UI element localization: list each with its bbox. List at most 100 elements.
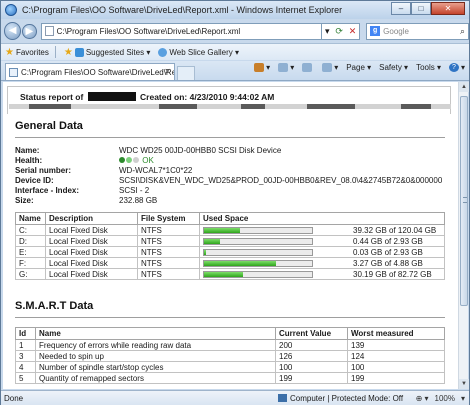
- usage-bar-fill: [204, 260, 277, 266]
- close-button[interactable]: ✕: [431, 2, 465, 15]
- table-row: D: Local Fixed Disk NTFS 0.44 GB of 2.93 GB: [15, 235, 445, 247]
- smart-current: 199: [275, 372, 348, 384]
- feeds-button[interactable]: ▾: [278, 63, 294, 72]
- home-icon: [254, 63, 265, 72]
- field-value: WD-WCAL7*1C0*22: [119, 166, 193, 175]
- zoom-level[interactable]: 100%: [435, 394, 455, 403]
- back-button[interactable]: ◀: [4, 22, 22, 40]
- refresh-icon[interactable]: ⟳: [335, 26, 343, 37]
- smart-current: 200: [275, 339, 348, 351]
- dropdown-arrow-icon[interactable]: ▾: [325, 26, 330, 37]
- field-value: 232.88 GB: [119, 196, 158, 205]
- mail-button[interactable]: [302, 63, 314, 72]
- fav-web-slice-gallery[interactable]: Web Slice Gallery ▾: [158, 47, 239, 57]
- search-box[interactable]: g Google ⌕: [366, 22, 470, 40]
- zoom-settings-icon[interactable]: ⊕ ▾: [416, 394, 429, 403]
- created-on-text: Created on: 4/23/2010 9:44:02 AM: [140, 92, 275, 102]
- browser-window: C:\Program Files\OO Software\DriveLed\Re…: [0, 0, 470, 405]
- fav-suggested-sites[interactable]: Suggested Sites ▾: [74, 47, 151, 57]
- safety-menu[interactable]: Safety ▾: [379, 63, 408, 72]
- fav-suggested-sites-label: Suggested Sites ▾: [85, 47, 151, 57]
- home-button[interactable]: ▾: [254, 63, 270, 72]
- vertical-scrollbar[interactable]: ▲ ▼: [458, 82, 469, 389]
- smart-current: 126: [275, 350, 348, 362]
- smart-worst: 139: [347, 339, 445, 351]
- smart-id: 3: [15, 350, 36, 362]
- search-icon[interactable]: ⌕: [460, 26, 465, 37]
- usage-text: 3.27 GB of 4.88 GB: [353, 258, 423, 268]
- feeds-icon: [278, 63, 289, 72]
- table-row: 1 Frequency of errors while reading raw d…: [15, 339, 445, 351]
- stop-icon[interactable]: ✕: [349, 26, 357, 37]
- page-menu[interactable]: Page ▾: [346, 63, 371, 72]
- table-row: E: Local Fixed Disk NTFS 0.03 GB of 2.93 GB: [15, 246, 445, 258]
- drive-name: F:: [15, 257, 46, 269]
- favorites-star-icon[interactable]: ★: [5, 47, 14, 58]
- help-button[interactable]: ? ▾: [448, 63, 465, 72]
- forward-button[interactable]: ▶: [22, 23, 37, 39]
- smart-id: 1: [15, 339, 36, 351]
- drive-description: Local Fixed Disk: [45, 268, 138, 280]
- drive-name: G:: [15, 268, 46, 280]
- help-icon: ?: [448, 63, 459, 72]
- table-row: 5 Quantity of remapped sectors 199 199: [15, 372, 445, 384]
- smart-id: 5: [15, 372, 36, 384]
- title-bar[interactable]: C:\Program Files\OO Software\DriveLed\Re…: [1, 1, 469, 19]
- health-text: OK: [142, 156, 154, 165]
- drive-filesystem: NTFS: [137, 257, 200, 269]
- tab-close-icon[interactable]: ✕: [164, 67, 171, 76]
- address-tools: ▾ ⟳ ✕: [322, 22, 361, 40]
- favorites-label[interactable]: Favorites: [16, 48, 49, 57]
- usage-bar-fill: [204, 249, 207, 255]
- feeds-dropdown: ▾: [290, 63, 295, 72]
- table-row: G: Local Fixed Disk NTFS 30.19 GB of 82.72 …: [15, 268, 445, 280]
- smart-worst: 124: [347, 350, 445, 362]
- status-text: Done: [4, 393, 24, 403]
- drive-description: Local Fixed Disk: [45, 235, 138, 247]
- status-prefix: Status report of: [20, 92, 84, 102]
- field-label: Name:: [15, 146, 40, 155]
- tab-label: C:\Program Files\OO Software\DriveLed\Re…: [21, 67, 174, 77]
- computer-icon: [278, 394, 287, 402]
- drive-description: Local Fixed Disk: [45, 246, 138, 258]
- new-tab-button[interactable]: [177, 66, 195, 80]
- help-dropdown: ▾: [460, 63, 465, 72]
- usage-bar-fill: [204, 271, 243, 277]
- divider: [15, 317, 445, 318]
- zoom-dropdown-icon[interactable]: ▾: [461, 394, 465, 403]
- smart-table: Id Name Current Value Worst measured 1 Fr…: [15, 327, 445, 384]
- print-button[interactable]: ▾: [322, 63, 338, 72]
- drives-table: Name Description File System Used Space …: [15, 212, 445, 280]
- table-row: F: Local Fixed Disk NTFS 3.27 GB of 4.88 GB: [15, 257, 445, 269]
- col-used-space: Used Space: [199, 212, 445, 225]
- add-favorite-icon[interactable]: ★: [64, 47, 73, 58]
- address-url: C:\Program Files\OO Software\DriveLed\Re…: [56, 26, 241, 36]
- minimize-button[interactable]: –: [391, 2, 411, 15]
- col-filesystem: File System: [137, 212, 200, 225]
- report-header: Status report of Created on: 4/23/2010 9…: [7, 86, 451, 114]
- tools-menu[interactable]: Tools ▾: [416, 63, 441, 72]
- tab-report[interactable]: C:\Program Files\OO Software\DriveLed\Re…: [5, 63, 175, 80]
- smart-attribute: Frequency of errors while reading raw da…: [35, 339, 276, 351]
- scroll-up-icon[interactable]: ▲: [459, 82, 469, 92]
- field-label: Size:: [15, 196, 34, 205]
- drive-description: Local Fixed Disk: [45, 224, 138, 236]
- col-id: Id: [15, 327, 36, 340]
- report-status-line: Status report of Created on: 4/23/2010 9…: [20, 92, 274, 102]
- maximize-button[interactable]: □: [411, 2, 431, 15]
- field-label: Serial number:: [15, 166, 72, 175]
- address-bar[interactable]: C:\Program Files\OO Software\DriveLed\Re…: [40, 22, 323, 40]
- usage-bar: [203, 248, 313, 256]
- field-value: SCSI\DISK&VEN_WDC_WD25&PROD_00JD-00HBB0&…: [119, 176, 443, 185]
- scroll-thumb[interactable]: [460, 96, 468, 306]
- usage-text: 30.19 GB of 82.72 GB: [353, 269, 432, 279]
- drive-used-space: 30.19 GB of 82.72 GB: [199, 268, 445, 280]
- smart-worst: 100: [347, 361, 445, 373]
- usage-bar: [203, 237, 313, 245]
- usage-bar: [203, 270, 313, 278]
- mail-icon: [302, 63, 313, 72]
- drive-used-space: 39.32 GB of 120.04 GB: [199, 224, 445, 236]
- drive-used-space: 0.44 GB of 2.93 GB: [199, 235, 445, 247]
- security-zone[interactable]: Computer | Protected Mode: Off: [278, 394, 403, 403]
- scroll-down-icon[interactable]: ▼: [459, 379, 469, 389]
